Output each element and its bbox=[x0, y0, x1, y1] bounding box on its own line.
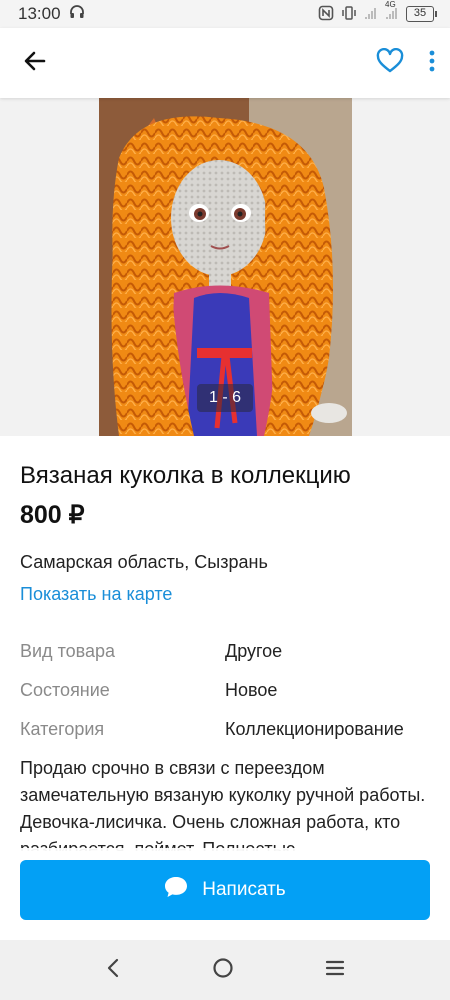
chat-bubble-icon bbox=[164, 876, 188, 904]
write-message-label: Написать bbox=[202, 879, 286, 900]
app-bar bbox=[0, 28, 450, 98]
param-key: Вид товара bbox=[20, 641, 116, 661]
network-type: 4G bbox=[385, 0, 396, 9]
param-key: Состояние bbox=[20, 680, 110, 700]
param-row: Состояние Новое bbox=[20, 671, 440, 710]
photo-counter: 1 - 6 bbox=[196, 384, 254, 412]
listing-price: 800 ₽ bbox=[20, 501, 85, 529]
battery-level: 35 bbox=[413, 7, 427, 19]
status-bar: 13:00 4G 35 bbox=[0, 0, 450, 28]
write-message-button[interactable]: Написать bbox=[20, 860, 430, 920]
status-right: 4G 35 bbox=[318, 0, 437, 24]
battery-icon: 35 bbox=[406, 6, 437, 22]
nav-back-icon[interactable] bbox=[105, 958, 121, 983]
heart-icon[interactable] bbox=[376, 47, 404, 79]
param-row: Категория Коллекционирование bbox=[20, 710, 440, 749]
photo-gallery[interactable]: 1 - 6 bbox=[0, 98, 450, 436]
param-value: Новое bbox=[225, 680, 278, 700]
signal-4g-icon: 4G bbox=[385, 0, 399, 23]
show-on-map-link[interactable]: Показать на карте bbox=[20, 584, 172, 605]
headphones-icon bbox=[69, 4, 85, 25]
param-value: Другое bbox=[225, 641, 283, 661]
nav-menu-icon[interactable] bbox=[325, 959, 345, 982]
status-time: 13:00 bbox=[18, 4, 61, 23]
status-left: 13:00 bbox=[18, 4, 85, 25]
nav-home-icon[interactable] bbox=[212, 957, 234, 984]
app-bar-actions bbox=[376, 47, 436, 79]
signal-icon bbox=[364, 6, 378, 23]
param-value: Коллекционирование bbox=[225, 719, 404, 739]
params-list: Вид товара Другое Состояние Новое Катего… bbox=[20, 632, 440, 749]
vibrate-icon bbox=[341, 5, 357, 24]
param-row: Вид товара Другое bbox=[20, 632, 440, 671]
cta-area: Написать bbox=[0, 848, 450, 940]
listing-location: Самарская область, Сызрань bbox=[20, 552, 268, 572]
param-key: Категория bbox=[20, 719, 105, 739]
listing-title: Вязаная куколка в коллекцию bbox=[20, 462, 351, 489]
back-arrow-icon[interactable] bbox=[22, 48, 48, 79]
system-nav-bar bbox=[0, 940, 450, 1000]
more-vert-icon[interactable] bbox=[428, 49, 436, 78]
listing-description: Продаю срочно в связи с переездом замеча… bbox=[20, 758, 426, 851]
nfc-icon bbox=[318, 5, 334, 24]
